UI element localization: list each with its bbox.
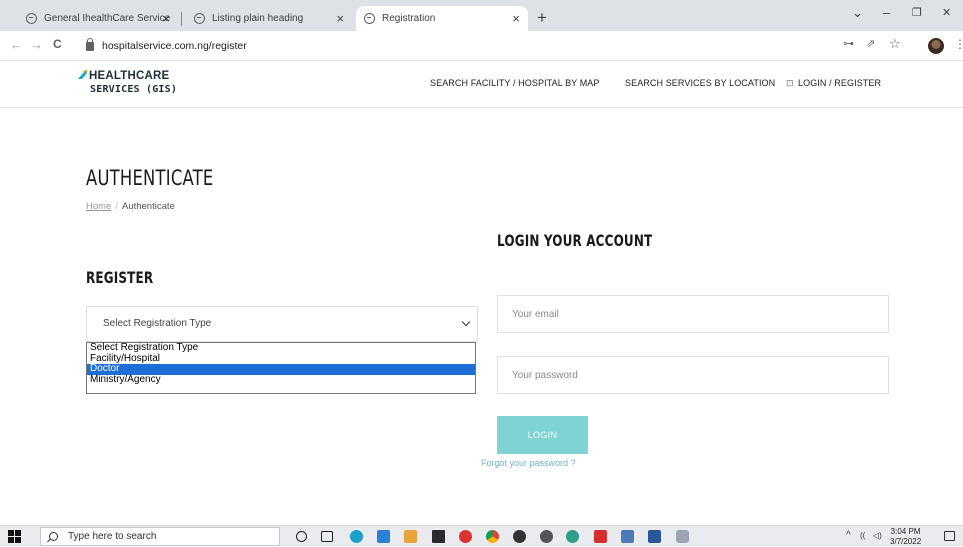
network-icon[interactable]: (( — [860, 532, 865, 540]
dropdown-option-doctor[interactable]: Doctor — [87, 363, 475, 375]
word-icon[interactable] — [648, 530, 661, 543]
register-heading: REGISTER — [86, 268, 154, 287]
dropdown-option-select-registration-type[interactable]: Select Registration Type — [87, 342, 475, 354]
search-icon — [49, 532, 58, 541]
bookmark-star-icon[interactable]: ☆ — [889, 37, 901, 50]
tab-search-chevron-icon[interactable]: ⌄ — [852, 6, 863, 19]
browser-toolbar: ← → C hospitalservice.com.ng/register ⊶ … — [0, 31, 963, 61]
registration-type-dropdown: Select Registration Type Facility/Hospit… — [86, 342, 476, 394]
site-logo[interactable]: HEALTHCARE SERVICES (GIS) — [78, 70, 208, 100]
cortana-icon[interactable] — [296, 531, 307, 542]
taskbar-search-placeholder: Type here to search — [68, 531, 157, 542]
minimize-button[interactable]: – — [883, 6, 890, 19]
task-view-icon[interactable] — [321, 531, 333, 542]
tab-separator — [181, 12, 182, 26]
nav-search-services-by-location[interactable]: SEARCH SERVICES BY LOCATION — [625, 78, 775, 88]
dropdown-option-facility-hospital[interactable]: Facility/Hospital — [87, 353, 475, 365]
tray-chevron-icon[interactable]: ^ — [846, 531, 851, 541]
nav-search-facility-by-map[interactable]: SEARCH FACILITY / HOSPITAL BY MAP — [430, 78, 600, 88]
new-tab-button[interactable]: + — [537, 9, 547, 26]
vpn-icon[interactable] — [513, 530, 526, 543]
chevron-down-icon — [461, 317, 471, 327]
breadcrumb-home-link[interactable]: Home — [86, 201, 111, 212]
nav-login-register[interactable]: LOGIN / REGISTER — [798, 78, 881, 88]
tab-close-icon[interactable]: × — [162, 12, 170, 25]
app-cloud-icon[interactable] — [676, 530, 689, 543]
acrobat-icon[interactable] — [594, 530, 607, 543]
app-globe-icon[interactable] — [566, 530, 579, 543]
tab-listing-plain-heading[interactable]: Listing plain heading × — [186, 6, 352, 31]
lock-icon: ⊡ — [786, 78, 794, 88]
registration-type-value: Select Registration Type — [103, 318, 212, 329]
clock-time: 3:04 PM — [890, 527, 921, 536]
file-explorer-icon[interactable] — [404, 530, 417, 543]
taskbar-search-box[interactable]: Type here to search — [40, 527, 280, 546]
edge-icon[interactable] — [350, 530, 363, 543]
settings-gear-icon[interactable] — [540, 530, 553, 543]
reload-icon[interactable]: C — [53, 38, 62, 50]
logo-line2: SERVICES (GIS) — [90, 84, 178, 95]
back-arrow-icon[interactable]: ← — [10, 38, 23, 51]
breadcrumb-current: Authenticate — [121, 201, 175, 212]
password-key-icon[interactable]: ⊶ — [843, 39, 854, 50]
login-button[interactable]: LOGIN — [497, 416, 588, 454]
globe-icon — [364, 13, 375, 24]
taskbar-clock[interactable]: 3:04 PM 3/7/2022 — [890, 527, 921, 547]
windows-start-icon[interactable] — [8, 530, 22, 543]
globe-icon — [194, 13, 205, 24]
tab-close-icon[interactable]: × — [512, 12, 520, 25]
page-title: AUTHENTICATE — [86, 166, 214, 190]
volume-icon[interactable]: ◁) — [873, 532, 882, 540]
close-window-button[interactable]: ✕ — [942, 8, 951, 19]
share-icon[interactable]: ⇗ — [866, 39, 875, 50]
site-header: HEALTHCARE SERVICES (GIS) SEARCH FACILIT… — [0, 61, 963, 108]
restore-button[interactable]: ❐ — [912, 8, 922, 19]
notification-icon[interactable] — [944, 531, 955, 541]
windows-taskbar: Type here to search ^ (( ◁) 3:04 PM 3/7/… — [0, 525, 963, 546]
browser-tab-strip: General IhealthCare Services × Listing p… — [0, 0, 963, 31]
tab-general-healthcare[interactable]: General IhealthCare Services × — [18, 6, 178, 31]
url-text: hospitalservice.com.ng/register — [102, 40, 247, 52]
forgot-password-link[interactable]: Forgot your password ? — [481, 458, 576, 468]
tab-title: Registration — [382, 13, 436, 24]
mail-icon[interactable] — [432, 530, 445, 543]
globe-icon — [26, 13, 37, 24]
store-icon[interactable] — [377, 530, 390, 543]
tab-title: Listing plain heading — [212, 13, 304, 24]
breadcrumb-separator: / — [115, 201, 118, 212]
profile-avatar[interactable] — [928, 38, 944, 54]
registration-type-select[interactable]: Select Registration Type — [86, 306, 478, 342]
opera-icon[interactable] — [459, 530, 472, 543]
forward-arrow-icon[interactable]: → — [30, 38, 43, 51]
tab-close-icon[interactable]: × — [336, 12, 344, 25]
logo-line1: HEALTHCARE — [89, 70, 170, 82]
dropdown-option-ministry-agency[interactable]: Ministry/Agency — [87, 374, 475, 386]
lock-icon — [86, 37, 94, 51]
breadcrumb: Home / Authenticate — [86, 201, 175, 212]
password-input[interactable] — [497, 356, 889, 394]
tab-title: General IhealthCare Services — [44, 13, 170, 24]
browser-menu-icon[interactable]: ⋮ — [954, 38, 963, 50]
media-player-icon[interactable] — [621, 530, 634, 543]
chrome-icon[interactable] — [486, 530, 499, 543]
logo-mark-icon — [78, 70, 87, 79]
tab-registration[interactable]: Registration × — [356, 6, 528, 31]
address-bar[interactable]: hospitalservice.com.ng/register — [86, 36, 826, 56]
email-input[interactable] — [497, 295, 889, 333]
login-heading: LOGIN YOUR ACCOUNT — [497, 231, 653, 250]
